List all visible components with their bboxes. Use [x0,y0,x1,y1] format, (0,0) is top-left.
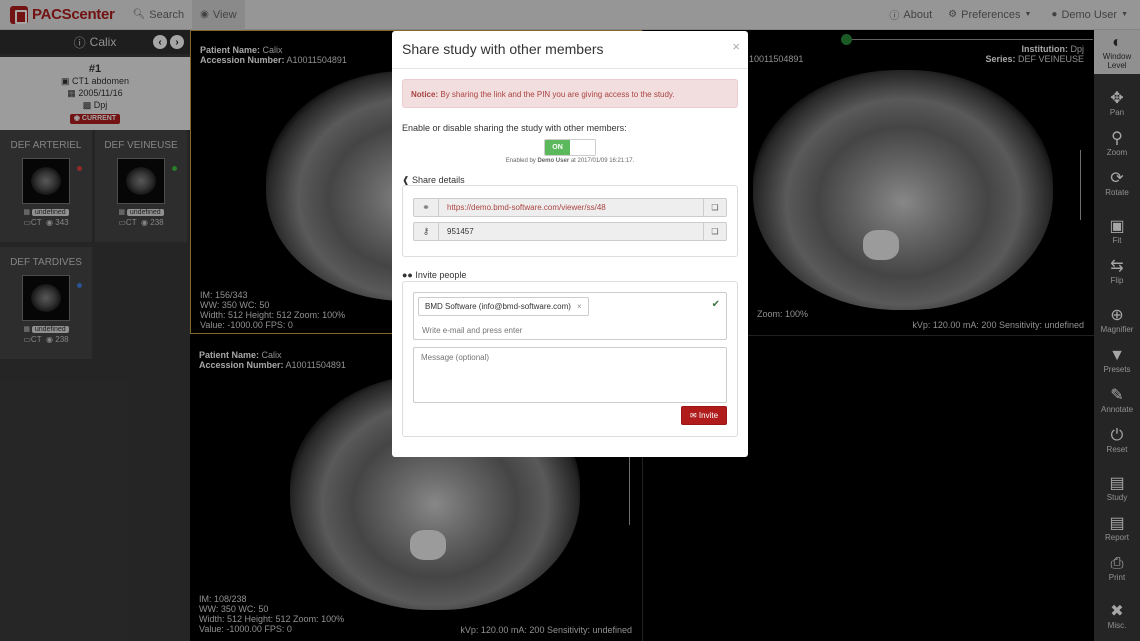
pin-field[interactable]: 951457 [439,223,703,240]
share-study-modal: Share study with other members × Notice:… [392,31,748,457]
email-input[interactable] [422,323,712,337]
invite-button[interactable]: ✉ Invite [681,406,727,425]
check-icon: ✔ [711,299,720,310]
invitee-tag: BMD Software (info@bmd-software.com) × [418,297,589,316]
pin-group: ⚷ 951457 ❏ [413,222,727,241]
close-icon[interactable]: × [732,39,740,54]
enable-sharing-label: Enable or disable sharing the study with… [402,123,627,133]
share-link-group: ⚭ https://demo.bmd-software.com/viewer/s… [413,198,727,217]
modal-header: Share study with other members × [392,31,748,69]
remove-tag-button[interactable]: × [577,302,582,311]
envelope-icon: ✉ [689,411,699,420]
copy-pin-button[interactable]: ❏ [703,223,726,240]
share-link-field[interactable]: https://demo.bmd-software.com/viewer/ss/… [439,199,703,216]
modal-title: Share study with other members [402,41,604,57]
share-icon: ❰ [402,175,413,185]
copy-link-button[interactable]: ❏ [703,199,726,216]
share-details-panel: ⚭ https://demo.bmd-software.com/viewer/s… [402,185,738,257]
sharing-toggle[interactable]: ON [544,139,596,156]
enabled-by-text: Enabled by Demo User at 2017/01/09 16:21… [505,158,635,164]
toggle-off [570,140,595,155]
notice-label: Notice: [411,90,439,99]
invite-people-heading: ●● Invite people [402,270,467,280]
toggle-on: ON [545,140,570,155]
invite-panel: BMD Software (info@bmd-software.com) × ✔… [402,281,738,437]
notice-text: By sharing the link and the PIN you are … [440,90,675,99]
notice-alert: Notice: By sharing the link and the PIN … [402,79,738,108]
key-icon: ⚷ [414,223,439,240]
invitee-tags-input[interactable]: BMD Software (info@bmd-software.com) × ✔ [413,292,727,340]
users-icon: ●● [402,270,416,280]
link-icon: ⚭ [414,199,439,216]
message-textarea[interactable] [413,347,727,403]
